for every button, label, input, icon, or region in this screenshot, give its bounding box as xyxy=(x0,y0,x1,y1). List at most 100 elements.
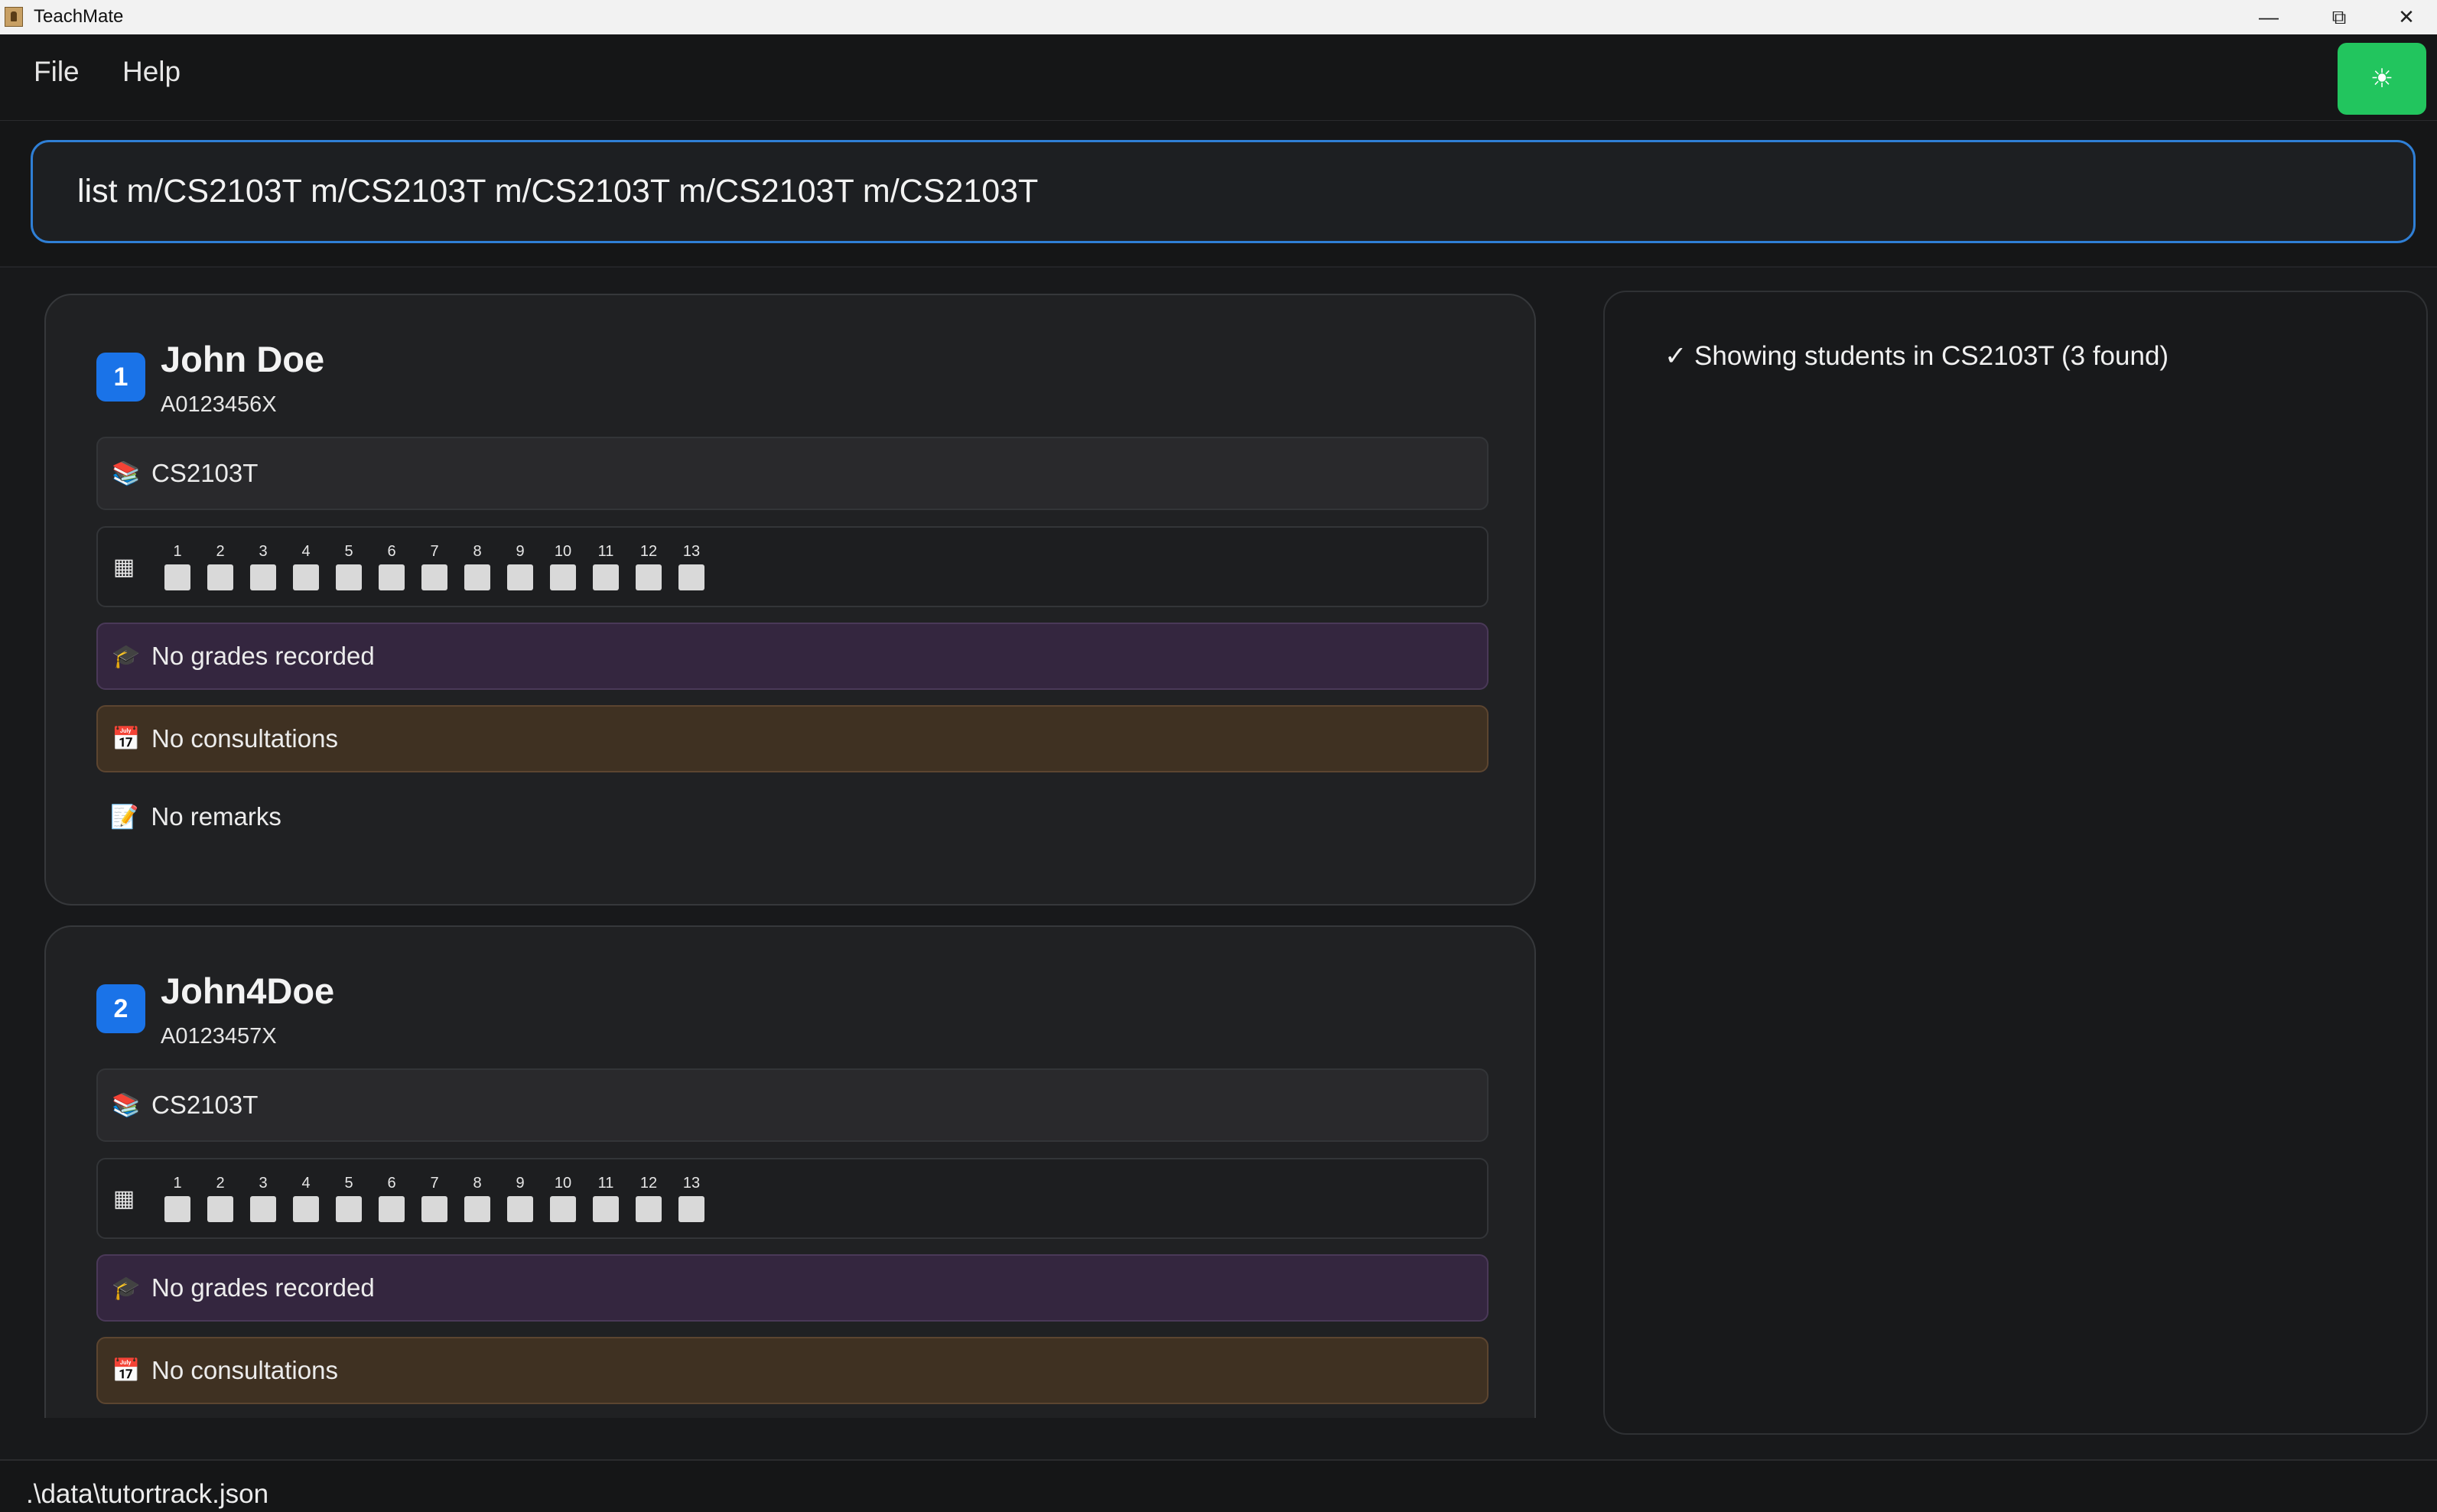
week-checkbox[interactable] xyxy=(678,1196,704,1222)
week-checkbox[interactable] xyxy=(636,564,662,590)
week-item[interactable]: 5 xyxy=(327,543,370,590)
consultations-text: No consultations xyxy=(151,1356,338,1384)
week-checkbox[interactable] xyxy=(207,1196,233,1222)
week-item[interactable]: 1 xyxy=(156,1175,199,1222)
menu-bar: File Help ☀ xyxy=(0,34,2437,122)
grades-row: 🎓 No grades recorded xyxy=(96,623,1489,690)
theme-toggle-button[interactable]: ☀ xyxy=(2338,43,2426,115)
week-checkbox[interactable] xyxy=(678,564,704,590)
week-item[interactable]: 4 xyxy=(285,543,327,590)
week-number: 4 xyxy=(301,1175,311,1192)
week-checkbox[interactable] xyxy=(379,564,405,590)
result-message: ✓ Showing students in CS2103T (3 found) xyxy=(1664,341,2169,371)
week-item[interactable]: 11 xyxy=(584,1175,627,1222)
week-number: 12 xyxy=(639,1175,658,1192)
week-number: 13 xyxy=(682,543,701,560)
week-number: 12 xyxy=(639,543,658,560)
week-checkbox[interactable] xyxy=(164,564,190,590)
week-item[interactable]: 13 xyxy=(670,1175,713,1222)
student-id: A0123456X xyxy=(161,392,277,417)
week-number: 5 xyxy=(344,1175,353,1192)
week-item[interactable]: 7 xyxy=(413,543,456,590)
grades-text: No grades recorded xyxy=(151,1273,375,1302)
week-checkbox[interactable] xyxy=(421,1196,447,1222)
close-button[interactable]: ✕ xyxy=(2371,0,2437,34)
week-item[interactable]: 8 xyxy=(456,1175,499,1222)
index-badge: 1 xyxy=(96,353,145,402)
student-card[interactable]: 1 John Doe A0123456X 📚 CS2103T ▦ 1 2 3 4… xyxy=(44,294,1536,906)
week-item[interactable]: 13 xyxy=(670,543,713,590)
week-item[interactable]: 1 xyxy=(156,543,199,590)
week-checkbox[interactable] xyxy=(550,1196,576,1222)
week-item[interactable]: 5 xyxy=(327,1175,370,1222)
week-item[interactable]: 12 xyxy=(627,1175,670,1222)
grades-row: 🎓 No grades recorded xyxy=(96,1254,1489,1322)
week-item[interactable]: 12 xyxy=(627,543,670,590)
week-number: 5 xyxy=(344,543,353,560)
week-checkbox[interactable] xyxy=(250,564,276,590)
week-number: 4 xyxy=(301,543,311,560)
menu-file[interactable]: File xyxy=(34,56,80,88)
week-checkbox[interactable] xyxy=(336,564,362,590)
week-item[interactable]: 2 xyxy=(199,1175,242,1222)
module-code: CS2103T xyxy=(151,1091,259,1119)
module-code: CS2103T xyxy=(151,459,259,487)
week-item[interactable]: 10 xyxy=(542,543,584,590)
week-checkbox[interactable] xyxy=(207,564,233,590)
student-card[interactable]: 2 John4Doe A0123457X 📚 CS2103T ▦ 1 2 3 4… xyxy=(44,925,1536,1418)
restore-button[interactable]: ⧉ xyxy=(2304,0,2374,34)
student-list[interactable]: 1 John Doe A0123456X 📚 CS2103T ▦ 1 2 3 4… xyxy=(29,281,1544,1418)
week-item[interactable]: 6 xyxy=(370,543,413,590)
week-checkbox[interactable] xyxy=(593,1196,619,1222)
module-row: 📚 CS2103T xyxy=(96,437,1489,510)
menu-help[interactable]: Help xyxy=(122,56,181,88)
week-checkbox[interactable] xyxy=(464,1196,490,1222)
week-checkbox[interactable] xyxy=(293,564,319,590)
week-checkbox[interactable] xyxy=(421,564,447,590)
week-checkbox[interactable] xyxy=(250,1196,276,1222)
command-input[interactable] xyxy=(31,140,2416,243)
week-number: 7 xyxy=(430,1175,439,1192)
week-item[interactable]: 7 xyxy=(413,1175,456,1222)
week-item[interactable]: 9 xyxy=(499,543,542,590)
week-item[interactable]: 10 xyxy=(542,1175,584,1222)
week-number: 11 xyxy=(597,1175,614,1192)
week-item[interactable]: 11 xyxy=(584,543,627,590)
consultations-text: No consultations xyxy=(151,724,338,753)
week-checkbox[interactable] xyxy=(164,1196,190,1222)
week-number: 2 xyxy=(216,543,225,560)
week-item[interactable]: 3 xyxy=(242,543,285,590)
week-checkbox[interactable] xyxy=(636,1196,662,1222)
graduation-cap-icon: 🎓 xyxy=(112,643,141,669)
week-item[interactable]: 9 xyxy=(499,1175,542,1222)
week-number: 10 xyxy=(554,1175,572,1192)
sun-icon: ☀ xyxy=(2370,64,2394,93)
week-number: 2 xyxy=(216,1175,225,1192)
week-checkbox[interactable] xyxy=(507,1196,533,1222)
week-checkbox[interactable] xyxy=(464,564,490,590)
week-list: 1 2 3 4 5 6 7 8 9 10 11 12 13 xyxy=(156,1175,713,1222)
week-number: 1 xyxy=(173,543,182,560)
week-checkbox[interactable] xyxy=(550,564,576,590)
grades-text: No grades recorded xyxy=(151,642,375,670)
minimize-button[interactable]: — xyxy=(2234,0,2304,34)
week-checkbox[interactable] xyxy=(379,1196,405,1222)
week-number: 9 xyxy=(516,1175,525,1192)
attendance-icon: ▦ xyxy=(112,1185,135,1211)
books-icon: 📚 xyxy=(112,1092,141,1118)
week-item[interactable]: 6 xyxy=(370,1175,413,1222)
command-box-area xyxy=(0,121,2437,268)
week-item[interactable]: 3 xyxy=(242,1175,285,1222)
week-item[interactable]: 4 xyxy=(285,1175,327,1222)
week-number: 11 xyxy=(597,543,614,560)
week-checkbox[interactable] xyxy=(593,564,619,590)
week-number: 13 xyxy=(682,1175,701,1192)
week-checkbox[interactable] xyxy=(336,1196,362,1222)
attendance-icon: ▦ xyxy=(112,554,135,580)
student-name: John4Doe xyxy=(161,971,335,1011)
week-checkbox[interactable] xyxy=(507,564,533,590)
week-item[interactable]: 8 xyxy=(456,543,499,590)
consultations-row: 📅 No consultations xyxy=(96,1337,1489,1404)
week-item[interactable]: 2 xyxy=(199,543,242,590)
week-checkbox[interactable] xyxy=(293,1196,319,1222)
